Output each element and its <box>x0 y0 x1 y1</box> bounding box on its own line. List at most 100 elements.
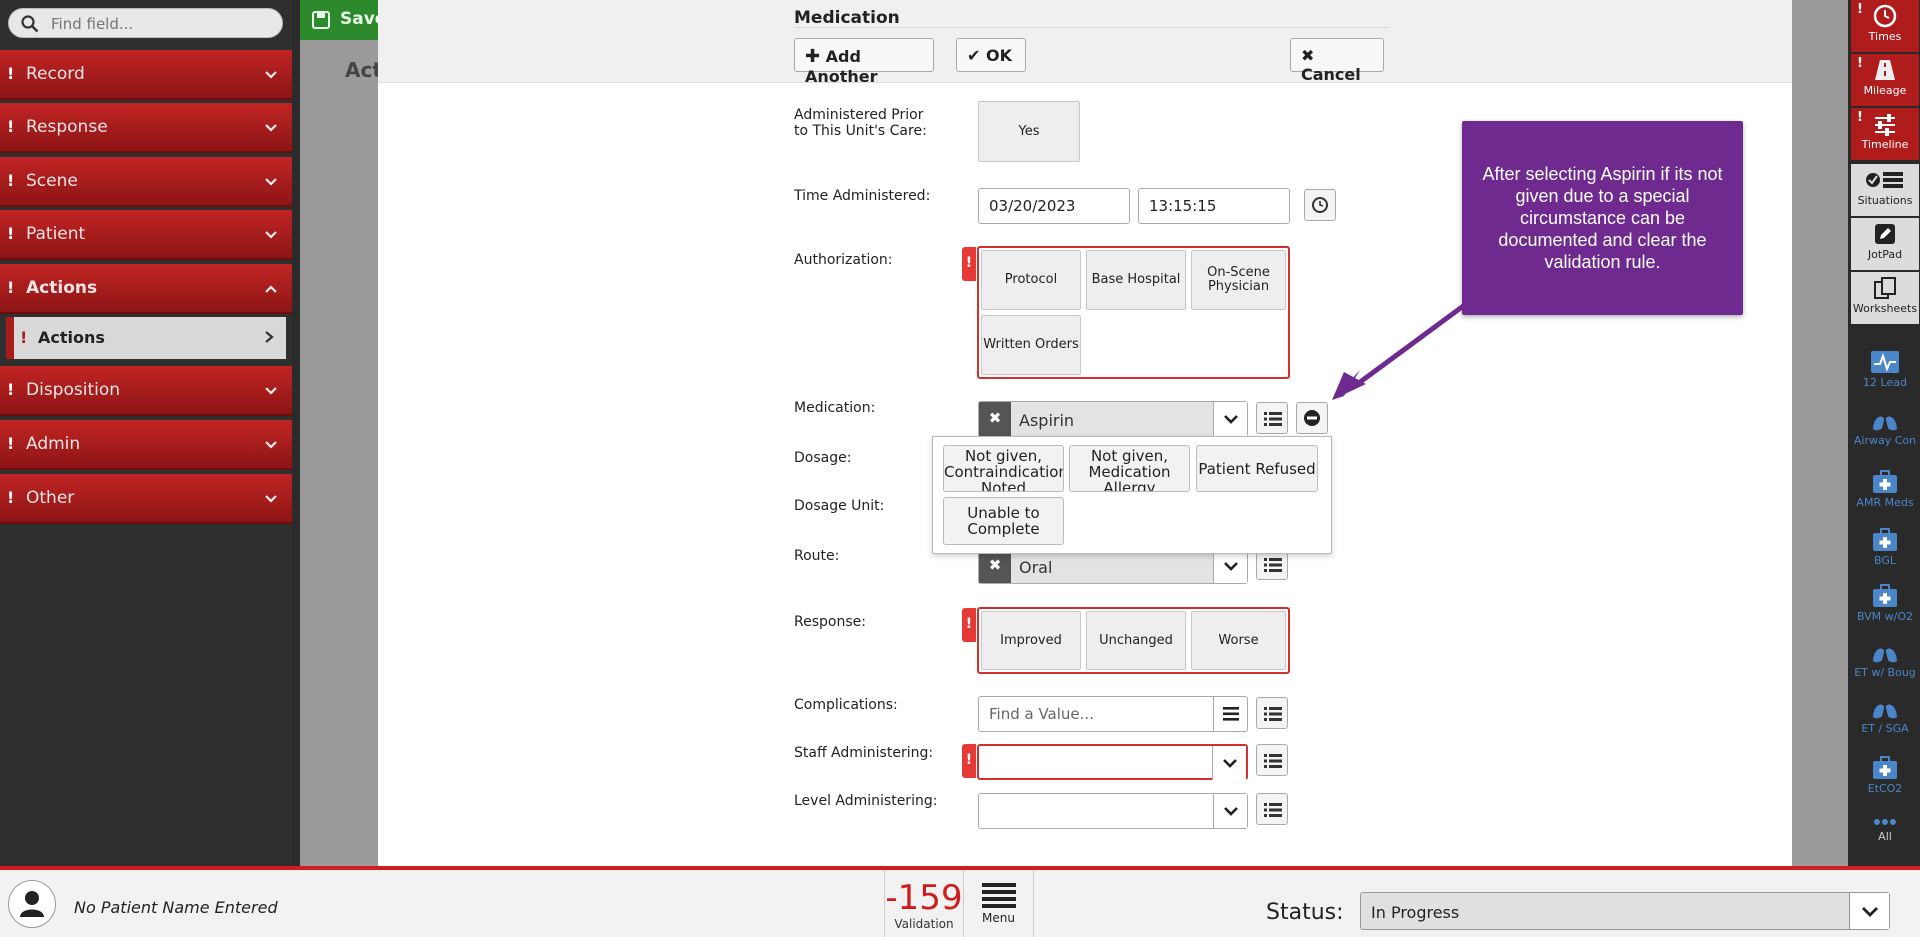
toolbar-bgl[interactable]: BGL <box>1851 524 1919 576</box>
alert-icon: ! <box>7 488 15 507</box>
chevron-down-icon <box>265 124 277 132</box>
sidebar-item-patient[interactable]: ! Patient <box>0 210 292 260</box>
sidebar-item-other[interactable]: ! Other <box>0 474 292 524</box>
authorization-option-base-hospital[interactable]: Base Hospital <box>1086 250 1186 310</box>
toolbar-label: All <box>1878 830 1892 843</box>
dropdown-button[interactable] <box>1213 794 1247 828</box>
toolbar-label: AMR Meds <box>1856 496 1914 509</box>
toolbar-et-boug[interactable]: ET w/ Boug <box>1851 636 1919 688</box>
cancel-button[interactable]: ✖ Cancel <box>1290 38 1384 84</box>
road-icon <box>1875 60 1895 80</box>
toolbar-12-lead[interactable]: 12 Lead <box>1851 346 1919 398</box>
toolbar-label: BVM w/O2 <box>1856 610 1914 623</box>
clear-icon[interactable]: ✖ <box>979 549 1011 583</box>
dropdown-button[interactable] <box>1212 746 1246 780</box>
sidebar-item-actions[interactable]: ! Actions <box>0 264 292 314</box>
plus-icon: ✚ <box>805 46 821 67</box>
more-icon <box>1874 819 1896 825</box>
close-icon: ✖ <box>1301 46 1315 65</box>
response-option-unchanged[interactable]: Unchanged <box>1086 611 1186 670</box>
administered-prior-label: Administered Prior to This Unit's Care: <box>794 107 927 139</box>
not-given-allergy-button[interactable]: Not given, Medication Allergy <box>1069 445 1190 492</box>
sidebar-subitem-actions[interactable]: ! Actions <box>6 317 286 359</box>
dropdown-button[interactable] <box>1213 549 1247 583</box>
staff-list-button[interactable] <box>1256 744 1288 776</box>
response-option-worse[interactable]: Worse <box>1191 611 1286 670</box>
level-administering-select[interactable] <box>978 793 1248 829</box>
toolbar-label: ET / SGA <box>1861 722 1909 735</box>
status-label: Status: <box>1266 900 1344 925</box>
toolbar-all[interactable]: All <box>1851 812 1919 860</box>
medkit-icon <box>1873 756 1897 779</box>
unable-to-complete-button[interactable]: Unable to Complete <box>943 497 1064 545</box>
sidebar-item-admin[interactable]: ! Admin <box>0 420 292 470</box>
save-button[interactable]: Save <box>300 0 390 40</box>
chevron-down-icon <box>1862 907 1878 917</box>
validation-alert-icon: ! <box>962 744 976 778</box>
check-icon: ✔ <box>967 46 981 65</box>
field-search[interactable] <box>8 8 283 38</box>
complications-list-button[interactable] <box>1256 697 1288 729</box>
toolbar-bvm[interactable]: BVM w/O2 <box>1851 580 1919 632</box>
medication-list-button[interactable] <box>1256 402 1288 434</box>
patient-refused-button[interactable]: Patient Refused <box>1196 445 1318 492</box>
floppy-icon <box>312 11 330 29</box>
level-list-button[interactable] <box>1256 793 1288 825</box>
alert-icon: ! <box>1857 2 1863 17</box>
authorization-option-protocol[interactable]: Protocol <box>981 250 1081 310</box>
menu-icon[interactable] <box>1213 697 1247 731</box>
complications-placeholder: Find a Value... <box>989 705 1094 723</box>
toolbar-airway[interactable]: Airway Con <box>1851 404 1919 456</box>
ok-button[interactable]: ✔ OK <box>956 38 1026 72</box>
clear-icon[interactable]: ✖ <box>979 402 1011 436</box>
toolbar-times[interactable]: ! Times <box>1851 0 1919 52</box>
dropdown-button[interactable] <box>1213 402 1247 436</box>
alert-icon: ! <box>7 380 15 399</box>
pencil-icon <box>1875 224 1895 244</box>
authorization-option-on-scene-physician[interactable]: On-Scene Physician <box>1191 250 1286 310</box>
toolbar-worksheets[interactable]: Worksheets <box>1851 272 1919 324</box>
sidebar-item-record[interactable]: ! Record <box>0 50 292 100</box>
dropdown-button[interactable] <box>1849 893 1889 929</box>
date-administered-input[interactable]: 03/20/2023 <box>978 188 1130 224</box>
response-option-improved[interactable]: Improved <box>981 611 1081 670</box>
toolbar-mileage[interactable]: ! Mileage <box>1851 54 1919 106</box>
sidebar-item-response[interactable]: ! Response <box>0 103 292 153</box>
not-given-toggle-button[interactable] <box>1296 402 1328 434</box>
chevron-down-icon <box>265 231 277 239</box>
complications-input[interactable]: Find a Value... <box>978 696 1248 732</box>
chevron-down-icon <box>265 178 277 186</box>
alert-icon: ! <box>7 434 15 453</box>
toolbar-situations[interactable]: Situations <box>1851 164 1919 216</box>
search-input[interactable] <box>51 13 271 35</box>
alert-icon: ! <box>7 224 15 243</box>
toolbar-etco2[interactable]: EtCO2 <box>1851 752 1919 804</box>
staff-administering-select[interactable] <box>977 744 1248 780</box>
menu-button[interactable]: Menu <box>964 870 1034 937</box>
validation-counter[interactable]: -159 Validation <box>884 870 964 937</box>
sidebar-item-scene[interactable]: ! Scene <box>0 157 292 207</box>
not-given-contraindication-button[interactable]: Not given, Contraindication Noted <box>943 445 1064 492</box>
alert-icon: ! <box>1857 56 1863 71</box>
status-select[interactable]: In Progress <box>1360 892 1890 930</box>
authorization-label: Authorization: <box>794 252 893 268</box>
validation-alert-icon: ! <box>962 608 976 642</box>
administered-prior-yes-button[interactable]: Yes <box>978 101 1080 162</box>
toolbar-amr-meds[interactable]: AMR Meds <box>1851 466 1919 518</box>
set-now-button[interactable] <box>1304 189 1336 221</box>
toolbar-et-sga[interactable]: ET / SGA <box>1851 692 1919 744</box>
add-another-button[interactable]: ✚ Add Another <box>794 38 934 86</box>
lungs-icon <box>1873 642 1897 663</box>
toolbar-jotpad[interactable]: JotPad <box>1851 218 1919 270</box>
medication-select[interactable]: ✖ Aspirin <box>978 401 1248 437</box>
person-icon <box>20 891 44 917</box>
toolbar-label: BGL <box>1873 554 1896 567</box>
toolbar-timeline[interactable]: ! Timeline <box>1851 108 1919 160</box>
authorization-option-written-orders[interactable]: Written Orders <box>981 315 1081 375</box>
ecg-icon <box>1871 351 1899 373</box>
time-administered-input[interactable]: 13:15:15 <box>1138 188 1290 224</box>
list-icon <box>1264 707 1282 721</box>
avatar[interactable] <box>8 880 56 928</box>
sidebar-item-label: Disposition <box>26 380 121 400</box>
sidebar-item-disposition[interactable]: ! Disposition <box>0 366 292 416</box>
